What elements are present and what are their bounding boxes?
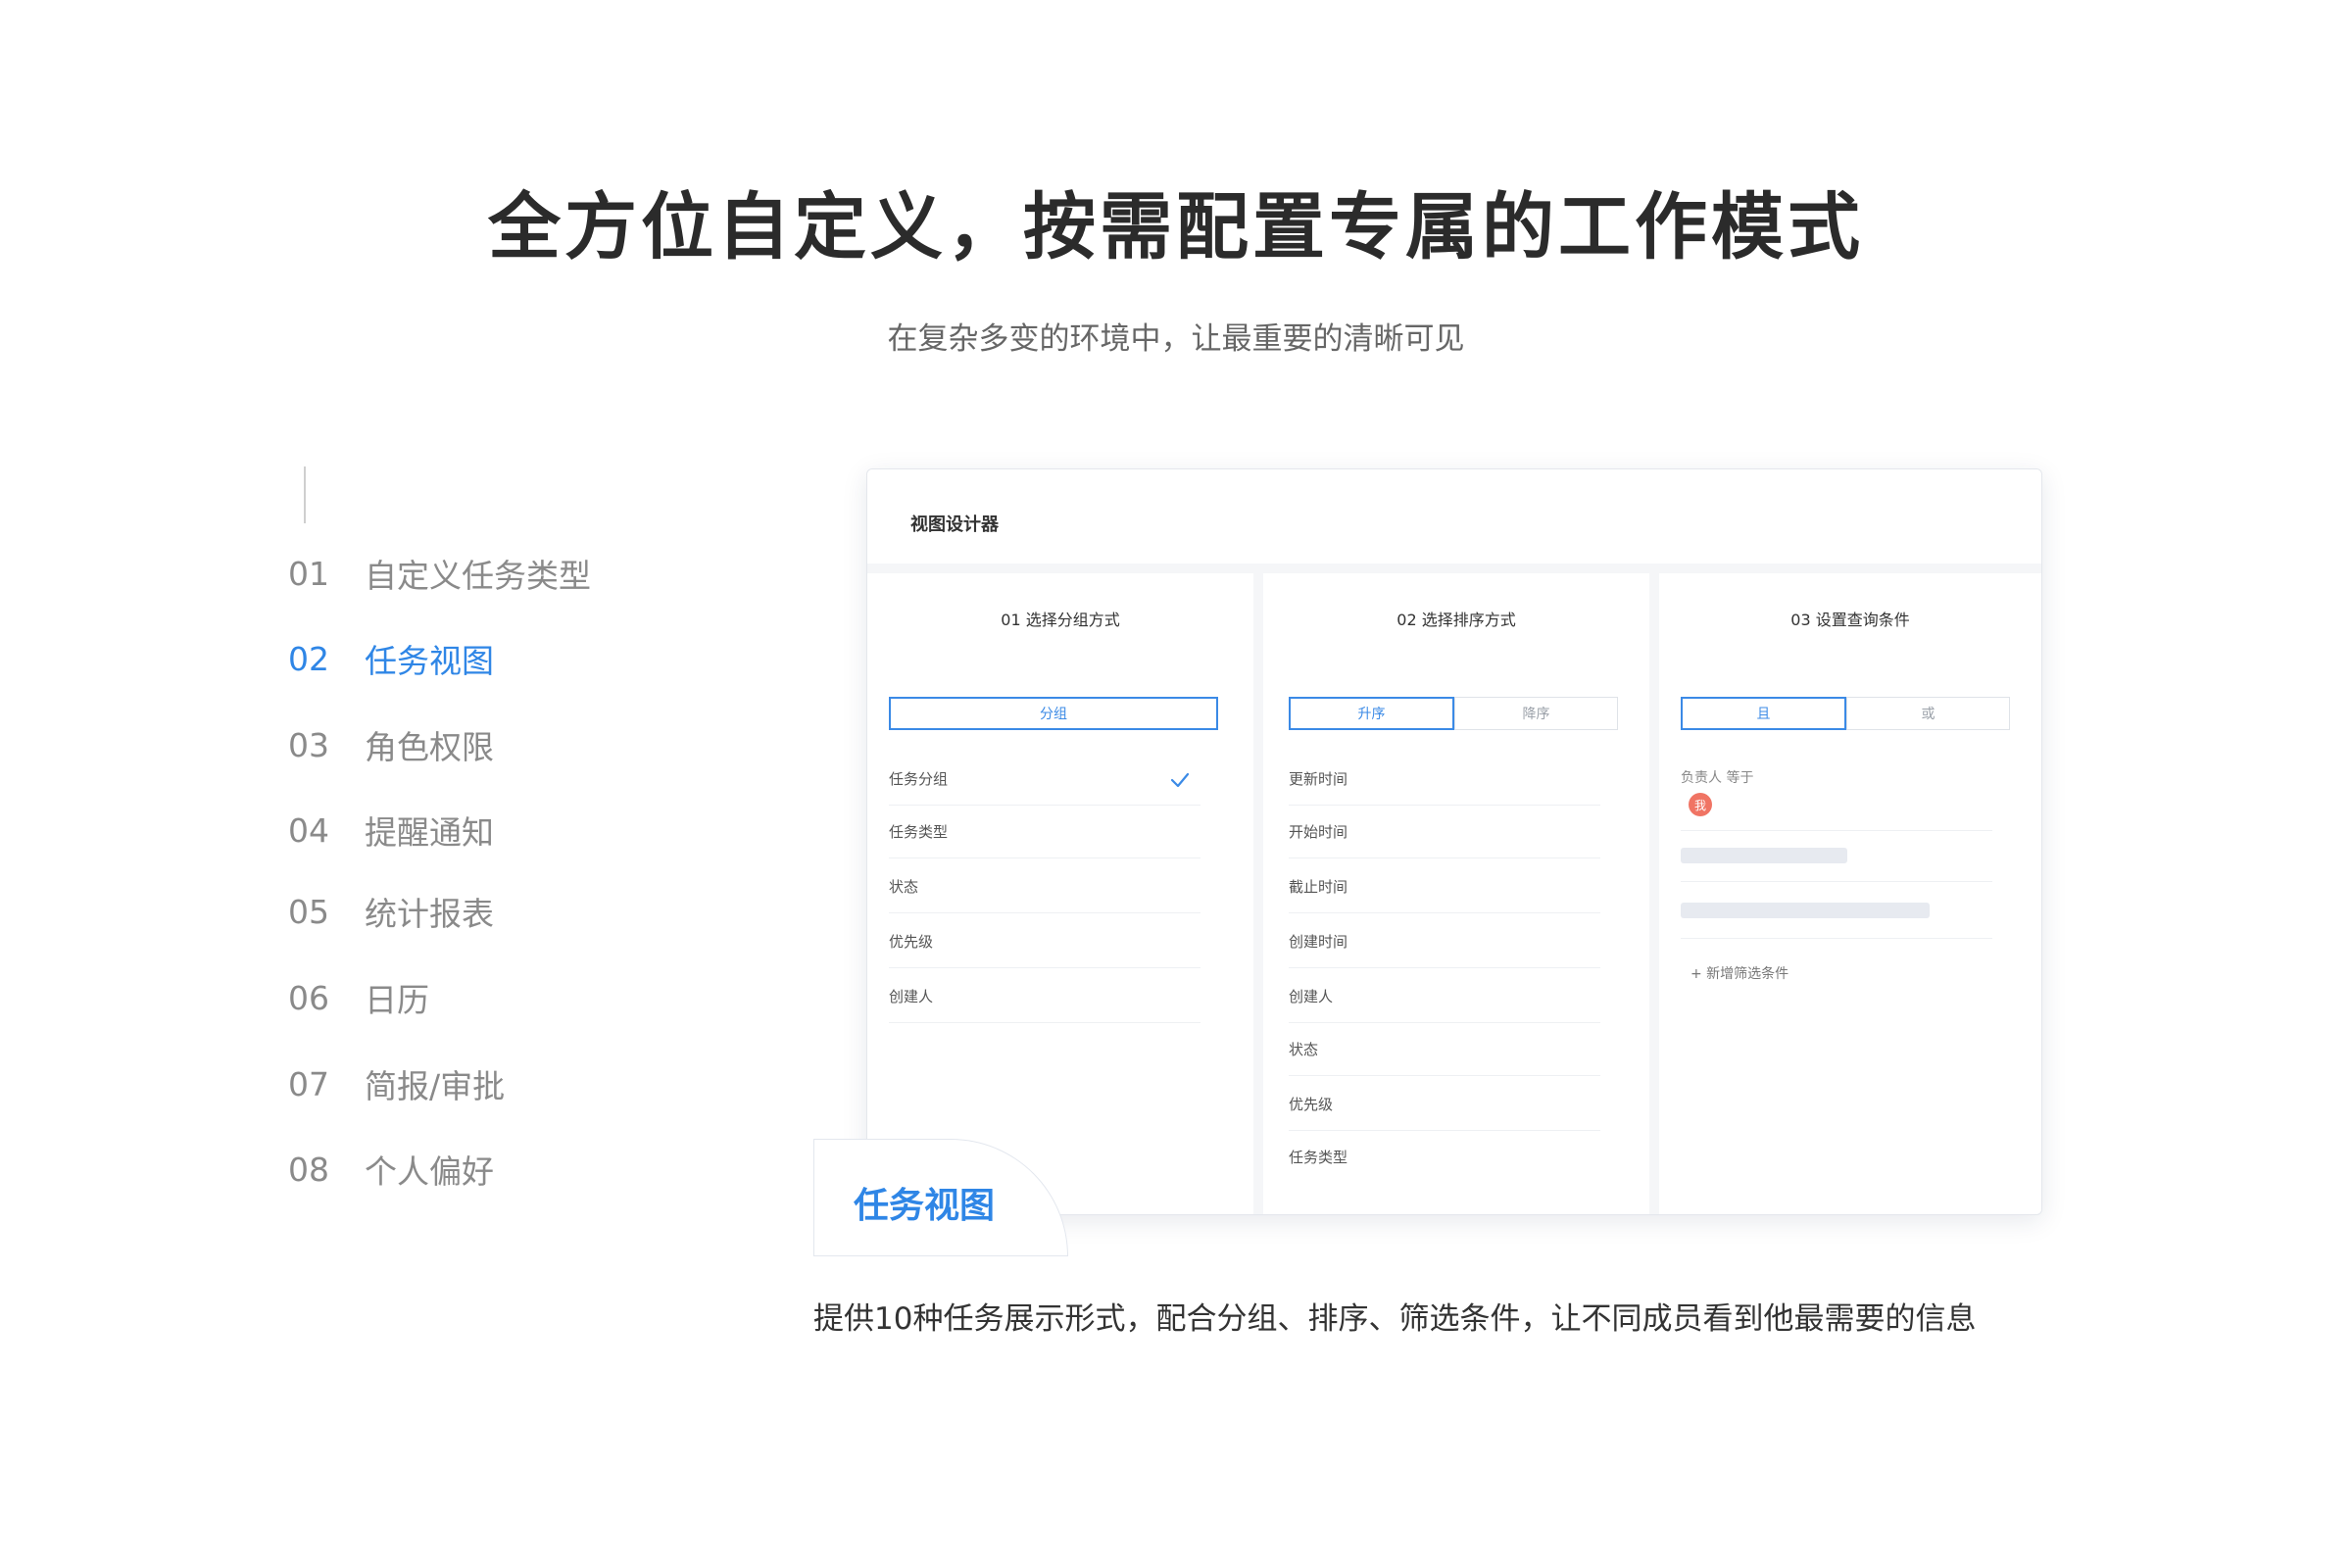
- nav-item-number: 04: [288, 810, 329, 850]
- nav-item-custom-task-type[interactable]: 01 自定义任务类型: [288, 549, 591, 598]
- nav-item-label: 简报/审批: [365, 1067, 506, 1105]
- nav-item-task-view[interactable]: 02 任务视图: [288, 634, 494, 683]
- nav-item-number: 08: [288, 1150, 329, 1189]
- sort-toggle: 升序 降序: [1289, 697, 1618, 730]
- option-label: 开始时间: [1289, 823, 1348, 841]
- nav-item-number: 07: [288, 1064, 329, 1103]
- nav-item-role-permissions[interactable]: 03 角色权限: [288, 720, 494, 769]
- nav-item-number: 02: [288, 639, 329, 678]
- sort-desc-button[interactable]: 降序: [1454, 697, 1618, 730]
- filter-column-title: 03 设置查询条件: [1790, 611, 1910, 629]
- group-option-status[interactable]: 状态: [889, 861, 1200, 913]
- sort-option[interactable]: 更新时间: [1289, 754, 1600, 806]
- option-label: 更新时间: [1289, 770, 1348, 788]
- check-icon: [1170, 772, 1190, 788]
- nav-item-calendar[interactable]: 06 日历: [288, 973, 429, 1022]
- nav-indicator-line: [304, 466, 306, 523]
- view-designer-card: 视图设计器 01 选择分组方式 分组 任务分组 任务类型 状态 优先级 创建人 …: [866, 468, 2042, 1215]
- nav-item-label: 统计报表: [365, 895, 494, 933]
- nav-item-label: 日历: [365, 981, 429, 1019]
- avatar[interactable]: 我: [1689, 793, 1712, 816]
- divider: [1681, 881, 1992, 882]
- nav-item-label: 任务视图: [365, 642, 494, 680]
- filter-condition-label: 负责人 等于: [1681, 770, 1754, 786]
- nav-item-number: 03: [288, 725, 329, 764]
- filter-or-button[interactable]: 或: [1846, 697, 2010, 730]
- add-filter-button[interactable]: + 新增筛选条件: [1690, 963, 1788, 983]
- group-option-task-group[interactable]: 任务分组: [889, 754, 1200, 806]
- sort-option[interactable]: 状态: [1289, 1024, 1600, 1076]
- nav-item-notifications[interactable]: 04 提醒通知: [288, 806, 494, 855]
- feature-tag-label: 任务视图: [854, 1186, 996, 1226]
- group-column: 01 选择分组方式 分组 任务分组 任务类型 状态 优先级 创建人: [867, 573, 1253, 1214]
- option-label: 创建人: [889, 988, 934, 1005]
- filter-and-button[interactable]: 且: [1681, 697, 1846, 730]
- sort-option[interactable]: 优先级: [1289, 1079, 1600, 1131]
- option-label: 优先级: [889, 933, 934, 951]
- sort-option[interactable]: 任务类型: [1289, 1132, 1600, 1183]
- nav-item-label: 个人偏好: [365, 1152, 494, 1191]
- nav-item-briefing-approval[interactable]: 07 简报/审批: [288, 1059, 505, 1108]
- option-label: 任务类型: [889, 823, 949, 841]
- sort-option[interactable]: 开始时间: [1289, 807, 1600, 858]
- option-label: 任务类型: [1289, 1149, 1348, 1166]
- sort-column: 02 选择排序方式 升序 降序 更新时间 开始时间 截止时间 创建时间 创建人 …: [1263, 573, 1649, 1214]
- nav-item-label: 角色权限: [365, 728, 494, 766]
- page-subheadline: 在复杂多变的环境中，让最重要的清晰可见: [887, 321, 1465, 357]
- group-option-creator[interactable]: 创建人: [889, 971, 1200, 1023]
- nav-item-reports[interactable]: 05 统计报表: [288, 887, 494, 936]
- sort-option[interactable]: 创建时间: [1289, 916, 1600, 968]
- divider: [1681, 938, 1992, 939]
- card-title: 视图设计器: [910, 514, 999, 535]
- nav-item-number: 05: [288, 892, 329, 931]
- card-header: 视图设计器: [867, 469, 2041, 564]
- group-column-title: 01 选择分组方式: [1001, 611, 1120, 629]
- filter-logic-toggle: 且 或: [1681, 697, 2010, 730]
- group-option-task-type[interactable]: 任务类型: [889, 807, 1200, 858]
- option-label: 创建人: [1289, 988, 1334, 1005]
- nav-item-label: 自定义任务类型: [365, 557, 591, 595]
- sort-asc-button[interactable]: 升序: [1289, 697, 1454, 730]
- filter-column: 03 设置查询条件 且 或 负责人 等于 我 + 新增筛选条件: [1659, 573, 2041, 1214]
- sort-option[interactable]: 创建人: [1289, 971, 1600, 1023]
- group-button[interactable]: 分组: [889, 697, 1218, 730]
- option-label: 状态: [889, 878, 919, 896]
- option-label: 任务分组: [889, 770, 949, 788]
- nav-item-number: 01: [288, 554, 329, 593]
- group-option-priority[interactable]: 优先级: [889, 916, 1200, 968]
- option-label: 状态: [1289, 1041, 1319, 1058]
- page-headline: 全方位自定义，按需配置专属的工作模式: [488, 185, 1864, 270]
- nav-item-preferences[interactable]: 08 个人偏好: [288, 1145, 494, 1194]
- option-label: 优先级: [1289, 1096, 1334, 1113]
- feature-description: 提供10种任务展示形式，配合分组、排序、筛选条件，让不同成员看到他最需要的信息: [813, 1301, 1977, 1337]
- nav-item-label: 提醒通知: [365, 813, 494, 852]
- sort-column-title: 02 选择排序方式: [1396, 611, 1516, 629]
- divider: [1681, 830, 1992, 831]
- sort-option[interactable]: 截止时间: [1289, 861, 1600, 913]
- option-label: 截止时间: [1289, 878, 1348, 896]
- skeleton-placeholder: [1681, 848, 1847, 863]
- skeleton-placeholder: [1681, 903, 1930, 918]
- nav-item-number: 06: [288, 978, 329, 1017]
- option-label: 创建时间: [1289, 933, 1348, 951]
- group-toggle: 分组: [889, 697, 1218, 730]
